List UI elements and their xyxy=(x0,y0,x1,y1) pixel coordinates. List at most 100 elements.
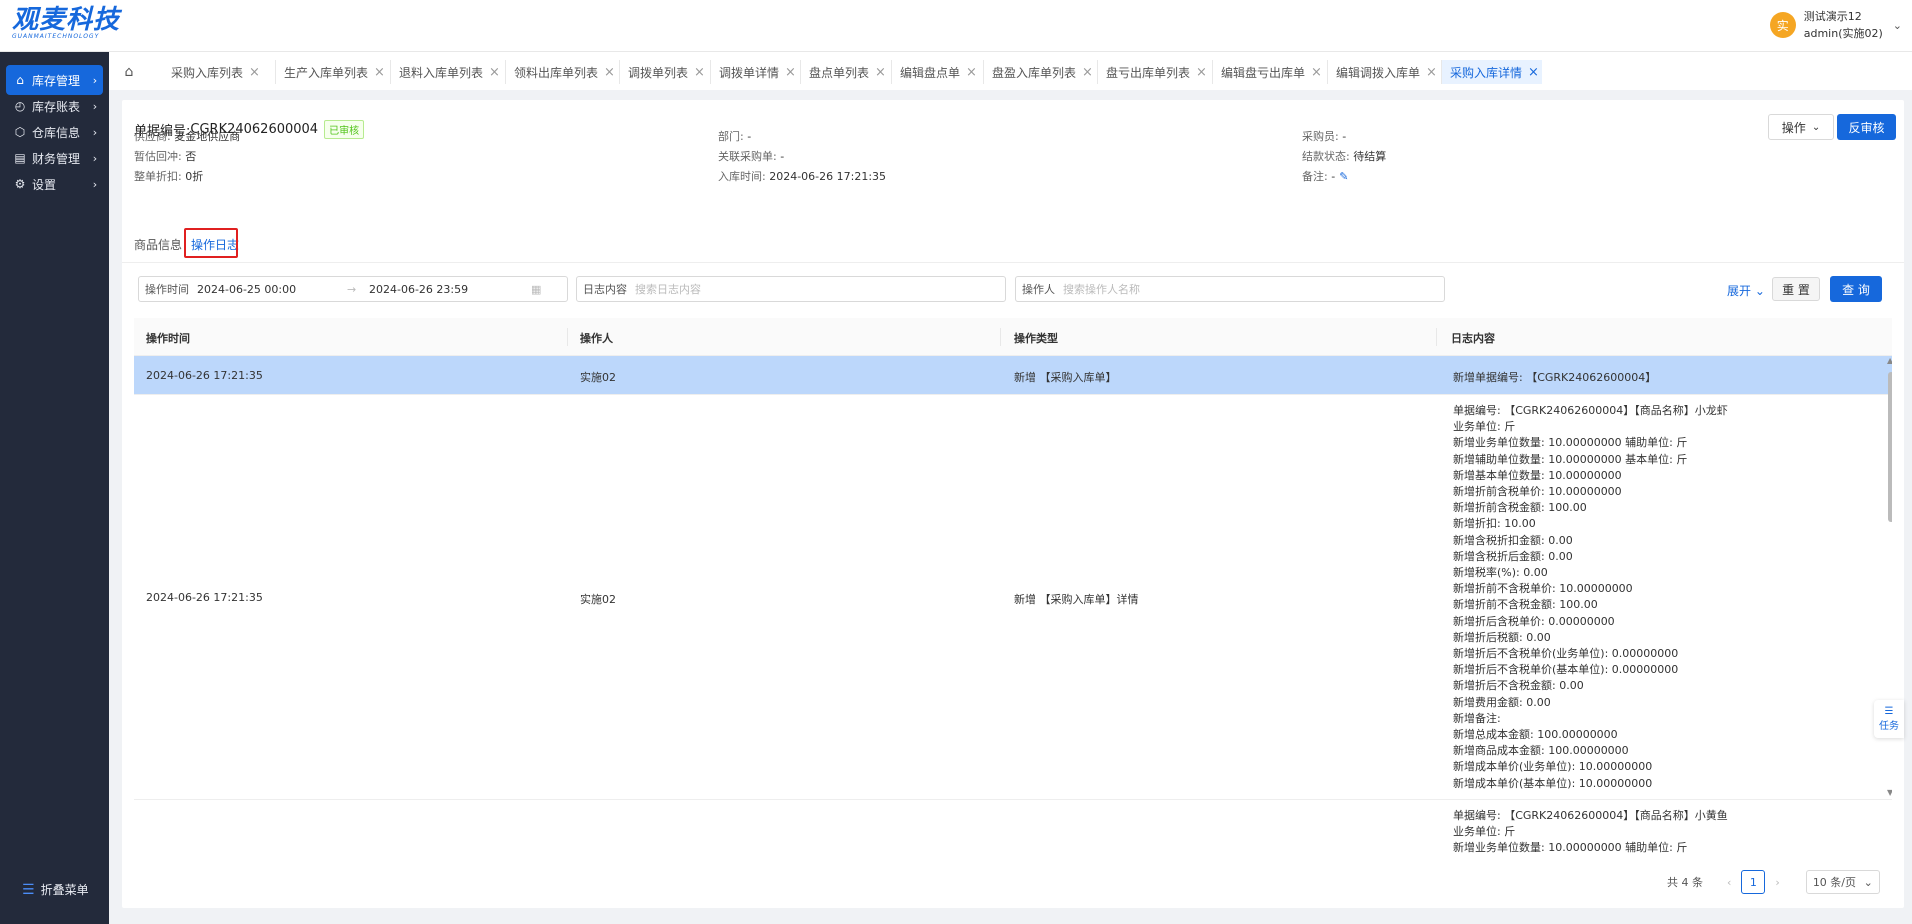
tab-stocktake-list[interactable]: 盘点单列表 × xyxy=(801,60,892,84)
log-table: 操作时间 操作人 操作类型 日志内容 2024-06-26 17:21:35 实… xyxy=(134,318,1892,858)
operate-dropdown-button[interactable]: 操作 ⌄ xyxy=(1768,114,1834,140)
tab-loss-out-list[interactable]: 盘亏出库单列表 × xyxy=(1098,60,1213,84)
operator-filter[interactable]: 操作人 搜索操作人名称 xyxy=(1015,276,1445,302)
info-discount: 整单折扣: 0折 xyxy=(134,170,204,183)
content-search-input[interactable]: 搜索日志内容 xyxy=(635,281,701,297)
query-button[interactable]: 查 询 xyxy=(1830,276,1882,302)
info-remark: 备注: - ✎ xyxy=(1302,170,1349,183)
collapse-menu-label: 折叠菜单 xyxy=(40,883,89,897)
tab-transfer-list[interactable]: 调拨单列表 × xyxy=(620,60,711,84)
time-range-filter[interactable]: 操作时间 2024-06-25 00:00 → 2024-06-26 23:59… xyxy=(138,276,568,302)
close-icon[interactable]: × xyxy=(374,65,385,80)
time-start-input[interactable]: 2024-06-25 00:00 xyxy=(197,283,347,296)
status-badge: 已审核 xyxy=(324,120,365,139)
table-row[interactable]: 单据编号: 【CGRK24062600004】【商品名称】小黄鱼 业务单位: 斤… xyxy=(134,800,1892,858)
divider xyxy=(122,262,1904,263)
close-icon[interactable]: × xyxy=(966,65,977,80)
chevron-right-icon: › xyxy=(92,177,98,191)
scroll-down-icon[interactable]: ▼ xyxy=(1887,788,1892,797)
ledger-icon: ◴ xyxy=(14,99,26,113)
close-icon[interactable]: × xyxy=(1426,65,1437,80)
tab-edit-transfer-in[interactable]: 编辑调拨入库单 × xyxy=(1328,60,1442,84)
close-icon[interactable]: × xyxy=(1196,65,1207,80)
scrollbar-thumb[interactable] xyxy=(1888,372,1892,522)
gear-icon: ⚙ xyxy=(14,177,26,191)
expand-filters-link[interactable]: 展开 ⌄ xyxy=(1727,282,1765,299)
tab-surplus-in-list[interactable]: 盘盈入库单列表 × xyxy=(984,60,1098,84)
tab-label: 编辑盘点单 xyxy=(900,65,961,80)
prev-page-icon[interactable]: ‹ xyxy=(1727,876,1731,889)
close-icon[interactable]: × xyxy=(489,65,500,80)
sidebar-item-label: 财务管理 xyxy=(32,151,81,166)
top-bar: 观麦科技 GUANMAITECHNOLOGY 实 测试演示12 admin(实施… xyxy=(0,0,1912,52)
table-row[interactable]: 2024-06-26 17:21:35 实施02 新增 【采购入库单】 新增单据… xyxy=(134,356,1892,395)
close-icon[interactable]: × xyxy=(1082,65,1093,80)
edit-icon[interactable]: ✎ xyxy=(1339,170,1348,183)
log-content: 单据编号: 【CGRK24062600004】【商品名称】小黄鱼 业务单位: 斤… xyxy=(1453,809,1728,855)
close-icon[interactable]: × xyxy=(875,65,886,80)
tab-purchase-in-list[interactable]: 采购入库列表 × xyxy=(163,60,276,84)
highlight-box xyxy=(184,228,238,258)
column-header: 操作时间 xyxy=(146,332,190,345)
tab-edit-loss-out[interactable]: 编辑盘亏出库单 × xyxy=(1213,60,1328,84)
close-icon[interactable]: × xyxy=(694,65,705,80)
time-end-input[interactable]: 2024-06-26 23:59 xyxy=(369,283,531,296)
table-row[interactable]: 2024-06-26 17:21:35 实施02 新增 【采购入库单】详情 单据… xyxy=(134,395,1892,800)
user-name: 测试演示12 xyxy=(1803,10,1862,23)
content-filter-label: 日志内容 xyxy=(583,283,627,296)
sidebar-item-label: 库存管理 xyxy=(32,73,81,88)
user-menu[interactable]: 实 测试演示12 admin(实施02) ⌄ xyxy=(1769,8,1902,42)
tab-edit-stocktake[interactable]: 编辑盘点单 × xyxy=(892,60,984,84)
sidebar-item-label: 设置 xyxy=(32,177,57,192)
chevron-right-icon: › xyxy=(92,99,98,113)
tab-picking-out-list[interactable]: 领料出库单列表 × xyxy=(506,60,620,84)
operator-search-input[interactable]: 搜索操作人名称 xyxy=(1063,281,1140,297)
task-float-button[interactable]: ☰ 任务 xyxy=(1874,700,1904,738)
tab-goods-info[interactable]: 商品信息 xyxy=(134,236,182,253)
menu-fold-icon: ☰ xyxy=(22,881,35,898)
page-number-current[interactable]: 1 xyxy=(1741,870,1766,894)
table-header: 操作时间 操作人 操作类型 日志内容 xyxy=(134,318,1892,356)
scroll-up-icon[interactable]: ▲ xyxy=(1887,356,1892,365)
tab-label: 盘盈入库单列表 xyxy=(992,65,1077,80)
tab-label: 生产入库单列表 xyxy=(284,65,369,80)
home-icon[interactable]: ⌂ xyxy=(119,62,139,82)
chevron-down-icon: ⌄ xyxy=(1754,284,1765,298)
tab-label: 编辑调拨入库单 xyxy=(1336,65,1421,80)
tab-label: 领料出库单列表 xyxy=(514,65,599,80)
user-role: admin(实施02) xyxy=(1803,27,1883,40)
close-icon[interactable]: × xyxy=(785,65,796,80)
close-icon[interactable]: × xyxy=(1311,65,1322,80)
column-header: 日志内容 xyxy=(1451,332,1495,345)
sidebar-item-label: 仓库信息 xyxy=(32,125,81,140)
operate-label: 操作 xyxy=(1781,120,1806,135)
calendar-icon[interactable]: ▦ xyxy=(531,283,541,296)
info-buyer: 采购员: - xyxy=(1302,130,1347,143)
info-supplier: 供应商: 麦金地供应商 xyxy=(134,130,241,143)
content-filter[interactable]: 日志内容 搜索日志内容 xyxy=(576,276,1006,302)
tab-transfer-detail[interactable]: 调拨单详情 × xyxy=(711,60,801,84)
unaudit-button[interactable]: 反审核 xyxy=(1837,114,1896,140)
tab-production-in-list[interactable]: 生产入库单列表 × xyxy=(276,60,391,84)
info-department: 部门: - xyxy=(718,130,752,143)
tab-label: 调拨单列表 xyxy=(628,65,689,80)
collapse-menu-button[interactable]: ☰ 折叠菜单 xyxy=(22,881,89,898)
page-size-select[interactable]: 10 条/页 ⌄ xyxy=(1805,870,1880,894)
chevron-down-icon: ⌄ xyxy=(1863,875,1873,889)
tab-purchase-in-detail[interactable]: 采购入库详情 × xyxy=(1442,60,1542,84)
chevron-down-icon: ⌄ xyxy=(1811,121,1821,133)
tab-return-in-list[interactable]: 退料入库单列表 × xyxy=(391,60,506,84)
close-icon[interactable]: × xyxy=(249,65,260,80)
next-page-icon[interactable]: › xyxy=(1775,876,1779,889)
close-icon[interactable]: × xyxy=(604,65,615,80)
reset-button[interactable]: 重 置 xyxy=(1772,277,1820,301)
chevron-right-icon: › xyxy=(92,73,98,87)
sidebar-item-settings[interactable]: ⚙ 设置 › xyxy=(6,169,103,199)
tab-label: 编辑盘亏出库单 xyxy=(1221,65,1306,80)
tab-bar: ⌂ 采购入库列表 × 生产入库单列表 × 退料入库单列表 × 领料出库单列表 × 调拨单… xyxy=(109,52,1912,90)
sidebar: ⌂ 库存管理 › ◴ 库存账表 › ⬡ 仓库信息 › ▤ 财务管理 › ⚙ 设置… xyxy=(0,52,109,924)
chevron-down-icon[interactable]: ⌄ xyxy=(1893,19,1902,32)
close-icon[interactable]: × xyxy=(1528,65,1539,80)
avatar: 实 xyxy=(1769,12,1796,38)
pagination: 共 4 条 ‹ 1 › 10 条/页 ⌄ xyxy=(1667,870,1880,894)
